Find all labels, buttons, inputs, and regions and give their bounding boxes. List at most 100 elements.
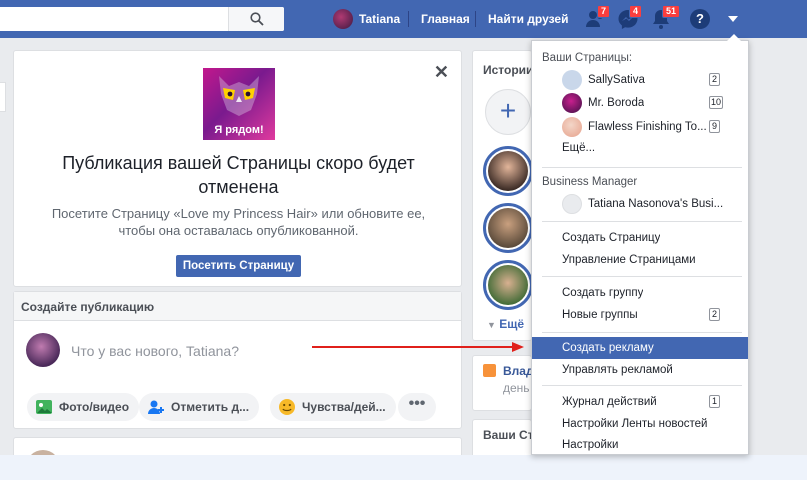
create-ad-label: Создать рекламу (562, 342, 654, 354)
page-name: SallySativa (588, 74, 645, 86)
menu-divider (542, 332, 742, 333)
news-feed-preferences-item[interactable]: Настройки Ленты новостей (532, 413, 748, 435)
feeling-activity-label: Чувства/дей... (302, 400, 386, 414)
close-icon[interactable]: ✕ (434, 62, 449, 83)
notice-title: Публикация вашей Страницы скоро будет от… (62, 153, 415, 197)
your-pages-header: Ваши Страницы: (542, 52, 633, 64)
new-groups-count-badge: 2 (709, 308, 720, 321)
new-groups-item[interactable]: Новые группы 2 (532, 304, 748, 326)
home-link[interactable]: Главная (421, 12, 470, 26)
messages-button[interactable]: 4 (617, 5, 643, 30)
dropdown-notch (727, 34, 741, 41)
birthdays-panel: Влад день (472, 355, 532, 411)
stories-more-label: Ещё (499, 317, 525, 331)
search-button[interactable] (228, 7, 284, 31)
composer-input[interactable]: Что у вас нового, Tatiana? (71, 343, 239, 359)
chevron-down-icon: ▼ (487, 320, 496, 330)
stories-title: Истории (483, 63, 532, 77)
stories-panel: Истории + ▼ Ещё (472, 50, 532, 341)
photo-video-button[interactable]: Фото/видео (27, 393, 140, 421)
your-pages-title: Ваши Ст (483, 428, 532, 442)
birthday-name[interactable]: Влад (503, 364, 531, 378)
search-icon (249, 12, 264, 26)
manage-pages-label: Управление Страницами (562, 254, 696, 266)
notifications-button[interactable]: 51 (650, 5, 681, 30)
business-manager-header: Business Manager (542, 176, 638, 188)
page-name: Flawless Finishing To... (588, 121, 707, 133)
more-pages-label: Ещё... (562, 142, 596, 154)
photo-icon (36, 400, 52, 414)
avatar (26, 333, 60, 367)
nav-divider (408, 11, 409, 27)
create-group-label: Создать группу (562, 287, 644, 299)
avatar (562, 70, 582, 90)
business-account-name: Tatiana Nasonova's Busi... (588, 198, 724, 210)
notice-text: Посетите Страницу «Love my Princess Hair… (51, 206, 426, 238)
feeling-activity-button[interactable]: Чувства/дей... (270, 393, 396, 421)
annotation-arrow-icon (312, 342, 524, 352)
settings-label: Настройки (562, 439, 619, 451)
settings-item[interactable]: Настройки (532, 434, 748, 456)
page-profile-image: Я рядом! (203, 68, 275, 140)
find-friends-link[interactable]: Найти друзей (488, 12, 568, 26)
visit-page-button[interactable]: Посетить Страницу (176, 255, 301, 277)
activity-log-item[interactable]: Журнал действий 1 (532, 391, 748, 413)
menu-divider (542, 385, 742, 386)
nav-divider (475, 11, 476, 27)
create-ad-item[interactable]: Создать рекламу (532, 337, 748, 359)
create-page-label: Создать Страницу (562, 232, 661, 244)
activity-log-label: Журнал действий (562, 396, 657, 408)
birthday-subtitle: день (503, 381, 530, 395)
story-item[interactable] (483, 146, 532, 196)
left-sidebar-edge (0, 82, 6, 112)
post-composer: Создайте публикацию Что у вас нового, Ta… (13, 291, 462, 429)
new-groups-label: Новые группы (562, 309, 638, 321)
create-page-item[interactable]: Создать Страницу (532, 227, 748, 249)
page-count-badge: 10 (709, 96, 724, 109)
add-story-button[interactable]: + (485, 89, 531, 135)
create-group-item[interactable]: Создать группу (532, 282, 748, 304)
dropdown-page-flawless[interactable]: Flawless Finishing To... 9 (532, 116, 748, 138)
avatar (333, 9, 353, 29)
story-item[interactable] (483, 260, 532, 310)
notifications-badge: 51 (662, 5, 681, 18)
help-button[interactable]: ? (690, 9, 710, 29)
your-pages-panel: Ваши Ст (472, 419, 532, 459)
page-image-caption: Я рядом! (214, 124, 264, 136)
dropdown-more-pages[interactable]: Ещё... (532, 137, 748, 159)
dropdown-business-account[interactable]: Tatiana Nasonova's Busi... (532, 193, 748, 215)
top-navigation-bar: Tatiana Главная Найти друзей 7 4 51 ? (0, 0, 807, 38)
menu-divider (542, 221, 742, 222)
profile-name: Tatiana (359, 12, 401, 26)
gift-icon (483, 364, 496, 377)
stories-more-link[interactable]: ▼ Ещё (487, 317, 524, 331)
composer-header: Создайте публикацию (14, 292, 461, 321)
manage-ads-label: Управлять рекламой (562, 364, 673, 376)
account-dropdown-menu: Ваши Страницы: SallySativa 2 Mr. Boroda … (531, 34, 749, 456)
tag-friends-button[interactable]: Отметить д... (139, 393, 260, 421)
menu-divider (542, 167, 742, 168)
more-options-button[interactable]: ••• (398, 393, 436, 421)
dropdown-page-sallysativa[interactable]: SallySativa 2 (532, 69, 748, 91)
account-menu-caret-icon[interactable] (728, 16, 738, 22)
dropdown-page-mr-boroda[interactable]: Mr. Boroda 10 (532, 92, 748, 114)
profile-link[interactable]: Tatiana (333, 7, 400, 31)
messages-badge: 4 (629, 5, 643, 18)
photo-video-label: Фото/видео (59, 400, 130, 414)
friend-requests-button[interactable]: 7 (585, 5, 611, 30)
story-item[interactable] (483, 203, 532, 253)
manage-ads-item[interactable]: Управлять рекламой (532, 359, 748, 381)
smiley-icon (279, 399, 295, 415)
news-feed-preferences-label: Настройки Ленты новостей (562, 418, 708, 430)
page-count-badge: 9 (709, 120, 720, 133)
manage-pages-item[interactable]: Управление Страницами (532, 249, 748, 271)
activity-log-count-badge: 1 (709, 395, 720, 408)
avatar (562, 93, 582, 113)
owl-logo-icon (219, 76, 259, 116)
tag-friends-label: Отметить д... (171, 400, 250, 414)
avatar (562, 117, 582, 137)
page-count-badge: 2 (709, 73, 720, 86)
tag-friends-icon (148, 400, 164, 414)
bottom-strip (0, 455, 807, 480)
friend-requests-badge: 7 (597, 5, 611, 18)
